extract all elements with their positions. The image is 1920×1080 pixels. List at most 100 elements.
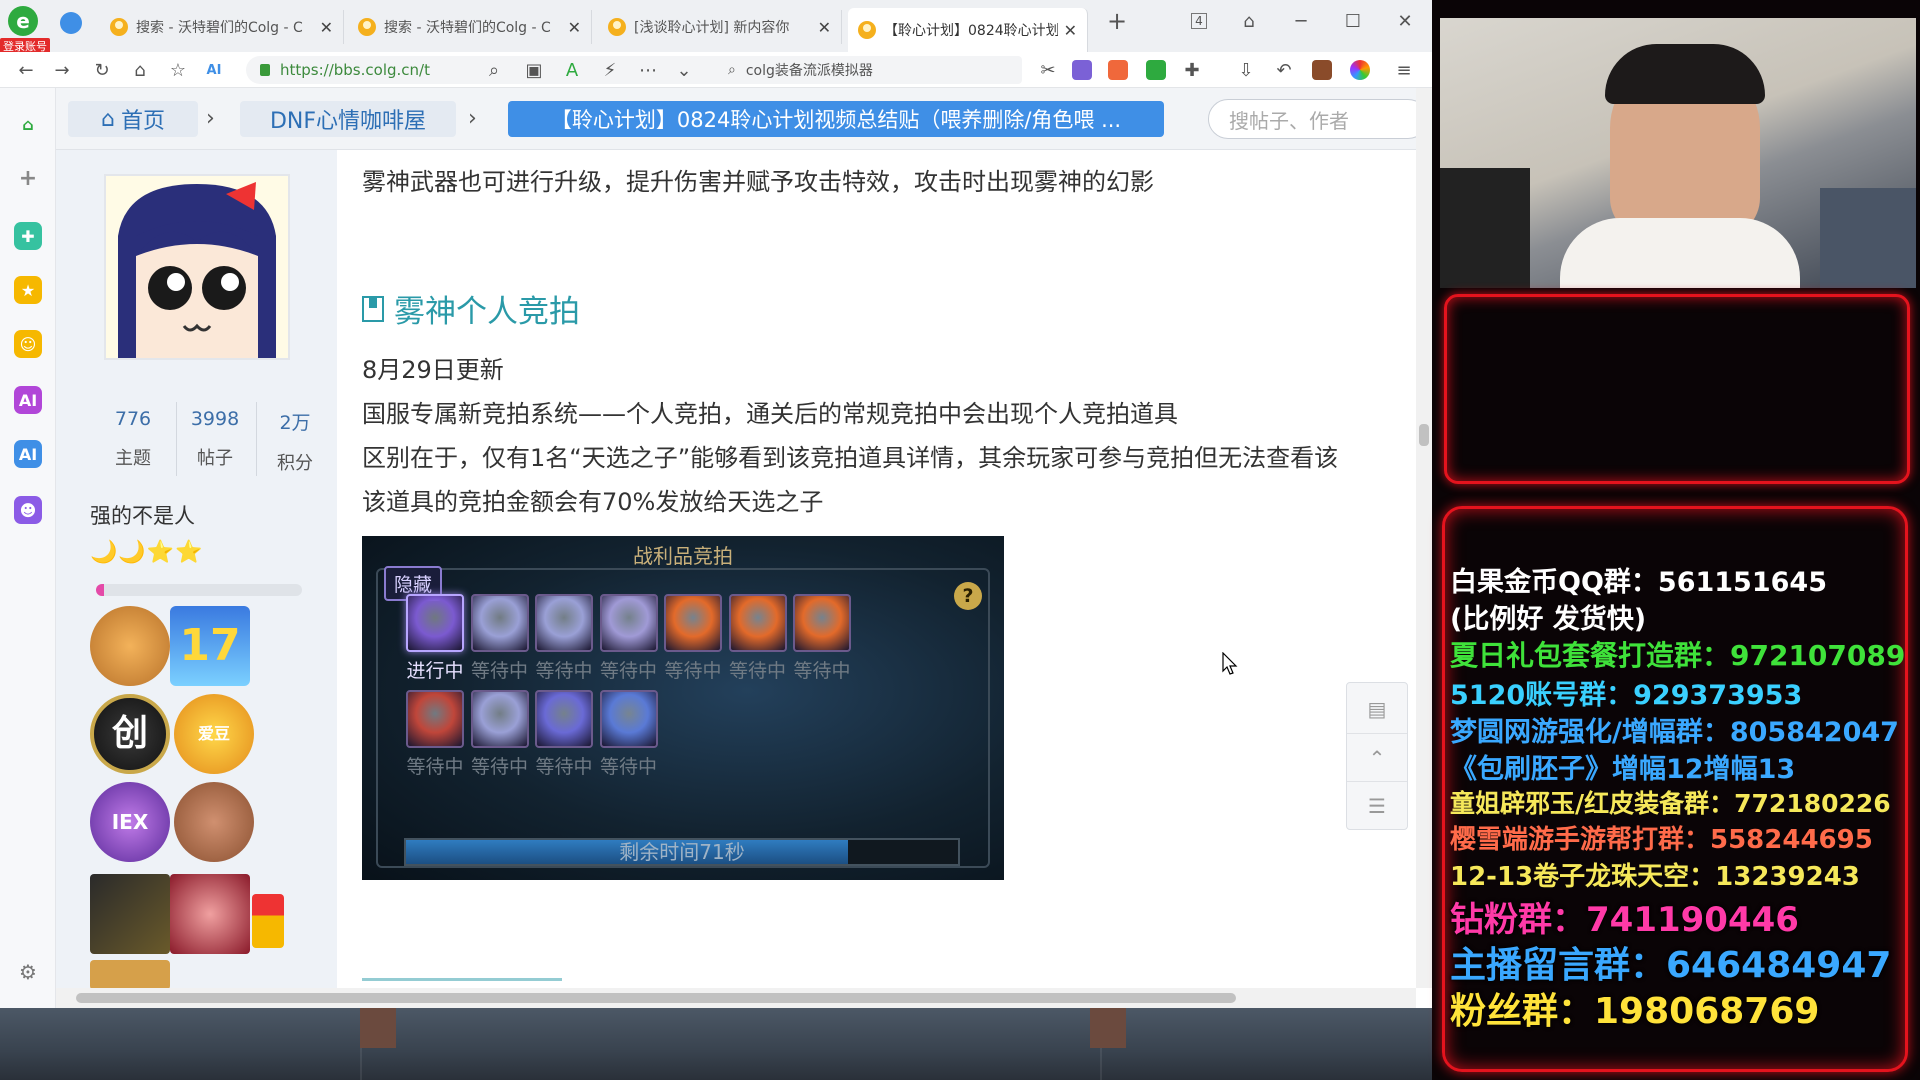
post-content: 雾神武器也可进行升级，提升伤害并赋予攻击特效，攻击时出现雾神的幻影 雾神个人竞拍…: [338, 150, 1416, 990]
girl-medal-icon[interactable]: [170, 874, 250, 954]
stream-ad-line: 5120账号群：929373953: [1450, 679, 1803, 711]
breadcrumb-home[interactable]: ⌂ 首页: [68, 101, 198, 137]
stream-ad-line: 主播留言群：646484947: [1450, 945, 1892, 986]
tab-thread-discuss[interactable]: [浅谈聆心计划] 新内容你 ✕: [598, 10, 842, 44]
colg-favicon-icon: [608, 18, 626, 36]
search-input[interactable]: ⌕ colg装备流派模拟器: [718, 56, 1022, 84]
more-icon[interactable]: ⋯: [634, 56, 662, 84]
color-extension-icon[interactable]: [1350, 60, 1370, 80]
tab-search-1[interactable]: 搜索 - 沃特碧们的Colg - C ✕: [100, 10, 344, 44]
back-to-top-icon[interactable]: ⌃: [1347, 733, 1407, 781]
chevron-down-icon[interactable]: ⌄: [670, 56, 698, 84]
zoom-icon[interactable]: ⌕: [480, 56, 508, 84]
list-icon[interactable]: ☰: [1347, 781, 1407, 829]
breadcrumb-thread[interactable]: 【聆心计划】0824聆心计划视频总结贴（喂养删除/角色喂 ...: [508, 101, 1164, 137]
download-icon[interactable]: ⇩: [1232, 56, 1260, 84]
send-icon[interactable]: [60, 12, 82, 34]
ai-icon[interactable]: AI: [200, 56, 228, 84]
stream-ad-line: 钻粉群：741190446: [1450, 899, 1799, 940]
paragraph: 该道具的竞拍金额会有70%发放给天选之子: [362, 488, 824, 516]
chevron-right-icon: ›: [206, 106, 215, 131]
lightning-icon[interactable]: ⚡: [596, 56, 624, 84]
iex-medal-icon[interactable]: IEX: [90, 782, 170, 862]
back-button[interactable]: ←: [12, 56, 40, 84]
forward-button[interactable]: →: [48, 56, 76, 84]
stat-points[interactable]: 2万 积分: [254, 408, 336, 475]
menu-icon[interactable]: ≡: [1390, 56, 1418, 84]
home-button[interactable]: ⌂: [126, 56, 154, 84]
award-ribbon-icon[interactable]: [252, 894, 284, 948]
neon-frame: [1444, 294, 1910, 484]
auction-item-icon: [406, 594, 464, 652]
auction-item-icon: [793, 594, 851, 652]
read-aloud-icon[interactable]: A: [558, 56, 586, 84]
auction-item-icon: [535, 690, 593, 748]
new-tab-button[interactable]: +: [1102, 6, 1132, 36]
username[interactable]: 强的不是人: [90, 500, 195, 530]
chat-extension-icon[interactable]: [1146, 60, 1166, 80]
image-icon[interactable]: ▣: [520, 56, 548, 84]
level-stars-icon: 🌙🌙⭐⭐: [90, 540, 204, 565]
bookmark-star-icon[interactable]: ☆: [164, 56, 192, 84]
comment-icon[interactable]: ▤: [1347, 685, 1407, 733]
auction-item-status: 等待中: [793, 660, 851, 682]
ai-blue-icon[interactable]: AI: [14, 440, 42, 468]
tab-thread-current[interactable]: 【聆心计划】0824聆心计划 ✕: [848, 8, 1088, 52]
auction-item-icon: [599, 594, 658, 652]
monkey-medal-icon[interactable]: [90, 606, 170, 686]
settings-icon[interactable]: ⚙: [14, 958, 42, 986]
vertical-scrollbar[interactable]: [1416, 88, 1432, 988]
breadcrumb-forum[interactable]: DNF心情咖啡屋: [240, 101, 456, 137]
minimize-button[interactable]: ─: [1286, 6, 1316, 36]
walrus-medal-icon[interactable]: [174, 782, 254, 862]
stat-posts[interactable]: 3998 帖子: [174, 408, 256, 470]
scissors-icon[interactable]: ✂: [1034, 56, 1062, 84]
shirt-icon[interactable]: ⌂: [1234, 6, 1264, 36]
forum-search-input[interactable]: 搜帖子、作者: [1208, 99, 1428, 139]
number-medal-icon[interactable]: 17: [170, 606, 250, 686]
undo-icon[interactable]: ↶: [1270, 56, 1298, 84]
wallet-extension-icon[interactable]: [1312, 60, 1332, 80]
puzzle-icon[interactable]: ✚: [1178, 56, 1206, 84]
colg-favicon-icon: [858, 21, 876, 39]
stream-ad-line: 夏日礼包套餐打造群：972107089: [1450, 639, 1906, 673]
idol-medal-icon[interactable]: 爱豆: [174, 694, 254, 774]
gold-medal-icon[interactable]: [90, 960, 170, 990]
tab-count-badge[interactable]: 4: [1184, 6, 1214, 36]
maximize-button[interactable]: ☐: [1338, 6, 1368, 36]
home-icon[interactable]: ⌂: [14, 110, 42, 138]
auction-item-icon: [728, 594, 787, 652]
avatar[interactable]: [104, 174, 290, 360]
paragraph: 区别在于，仅有1名“天选之子”能够看到该竞拍道具详情，其余玩家可参与竞拍但无法查…: [362, 444, 1339, 472]
reload-button[interactable]: ↻: [88, 56, 116, 84]
dark-medal-icon[interactable]: [90, 874, 170, 954]
close-window-button[interactable]: ✕: [1390, 6, 1420, 36]
stream-ad-line: 童姐辟邪玉/红皮装备群：772180226: [1450, 789, 1891, 819]
auction-item-icon: [535, 594, 593, 652]
favorites-icon[interactable]: ★: [14, 276, 42, 304]
close-icon[interactable]: ✕: [818, 18, 831, 37]
close-icon[interactable]: ✕: [568, 18, 581, 37]
auction-item-icon: [664, 594, 722, 652]
close-icon[interactable]: ✕: [1064, 21, 1077, 40]
address-bar: ← → ↻ ⌂ ☆ AI https://bbs.colg.cn/t ⌕ ▣ A…: [0, 52, 1432, 88]
add-icon[interactable]: +: [14, 164, 42, 192]
app-green-icon[interactable]: ✚: [14, 222, 42, 250]
chat-bot-icon[interactable]: ☺: [14, 330, 42, 358]
ai-assistant-icon[interactable]: AI: [14, 386, 42, 414]
auction-item-status: 等待中: [599, 756, 657, 778]
chuang-medal-icon[interactable]: 创: [90, 694, 170, 774]
webcam-feed: [1440, 18, 1916, 288]
horizontal-scrollbar[interactable]: [56, 988, 1416, 1008]
search-icon: ⌕: [728, 62, 736, 78]
close-icon[interactable]: ✕: [320, 18, 333, 37]
stream-ad-line: 白果金币QQ群：561151645: [1450, 567, 1827, 598]
stat-topics[interactable]: 776 主题: [92, 408, 174, 470]
tab-search-2[interactable]: 搜索 - 沃特碧们的Colg - C ✕: [348, 10, 592, 44]
browser-logo-icon[interactable]: e: [8, 6, 38, 36]
auction-screenshot[interactable]: 战利品竞拍 隐藏 ? 进行中 等待中 等待中 等待中 等待中 等待中 等待中 等待中 等待中 等待…: [362, 536, 1004, 880]
game-extension-icon[interactable]: [1108, 60, 1128, 80]
robot-icon[interactable]: ☻: [14, 496, 42, 524]
translate-extension-icon[interactable]: [1072, 60, 1092, 80]
stream-ad-line: 樱雪端游手游帮打群：558244695: [1450, 825, 1873, 856]
